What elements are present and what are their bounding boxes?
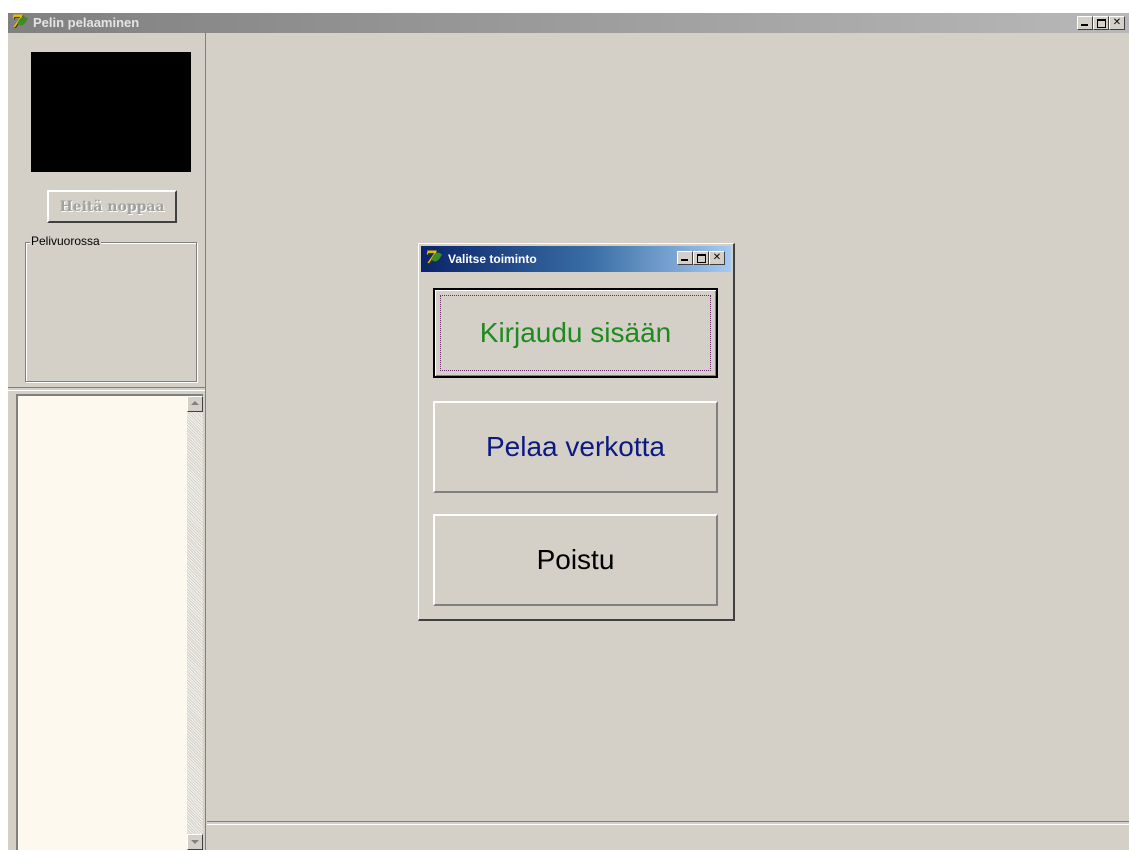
dialog-logo-icon: 7 — [425, 250, 443, 267]
scroll-up-arrow-icon[interactable] — [187, 396, 203, 412]
left-panel: Heitä noppaa Pelivuorossa — [8, 33, 206, 850]
quit-button-label: Poistu — [536, 544, 615, 575]
quit-button[interactable]: Poistu — [433, 514, 718, 606]
focus-rectangle — [440, 295, 711, 371]
dice-display — [31, 52, 191, 172]
main-window-title: Pelin pelaaminen — [33, 15, 140, 30]
dialog-maximize-icon[interactable] — [693, 251, 709, 265]
dialog-close-icon[interactable] — [709, 251, 725, 265]
close-icon[interactable] — [1109, 16, 1125, 30]
login-button[interactable]: Kirjaudu sisään — [433, 288, 718, 378]
maximize-icon[interactable] — [1093, 16, 1109, 30]
dialog-titlebar[interactable]: 7 Valitse toiminto — [421, 246, 731, 272]
choose-action-dialog: 7 Valitse toiminto Kirjaudu sisään Pelaa… — [418, 243, 735, 621]
minimize-icon[interactable] — [1077, 16, 1093, 30]
dialog-minimize-icon[interactable] — [677, 251, 693, 265]
log-scrollbar[interactable] — [187, 396, 203, 850]
bottom-divider — [207, 821, 1129, 825]
turn-groupbox: Pelivuorossa — [25, 234, 197, 382]
panel-divider — [8, 387, 205, 391]
turn-group-label: Pelivuorossa — [30, 234, 101, 248]
dialog-title: Valitse toiminto — [448, 252, 537, 266]
main-titlebar[interactable]: 7 Pelin pelaaminen — [8, 13, 1129, 33]
app-logo-icon: 7 — [11, 14, 29, 31]
game-log-textarea[interactable] — [16, 394, 203, 850]
play-offline-button[interactable]: Pelaa verkotta — [433, 401, 718, 493]
play-offline-button-label: Pelaa verkotta — [486, 431, 665, 462]
scroll-down-arrow-icon[interactable] — [187, 834, 203, 850]
throw-dice-button[interactable]: Heitä noppaa — [47, 190, 177, 223]
